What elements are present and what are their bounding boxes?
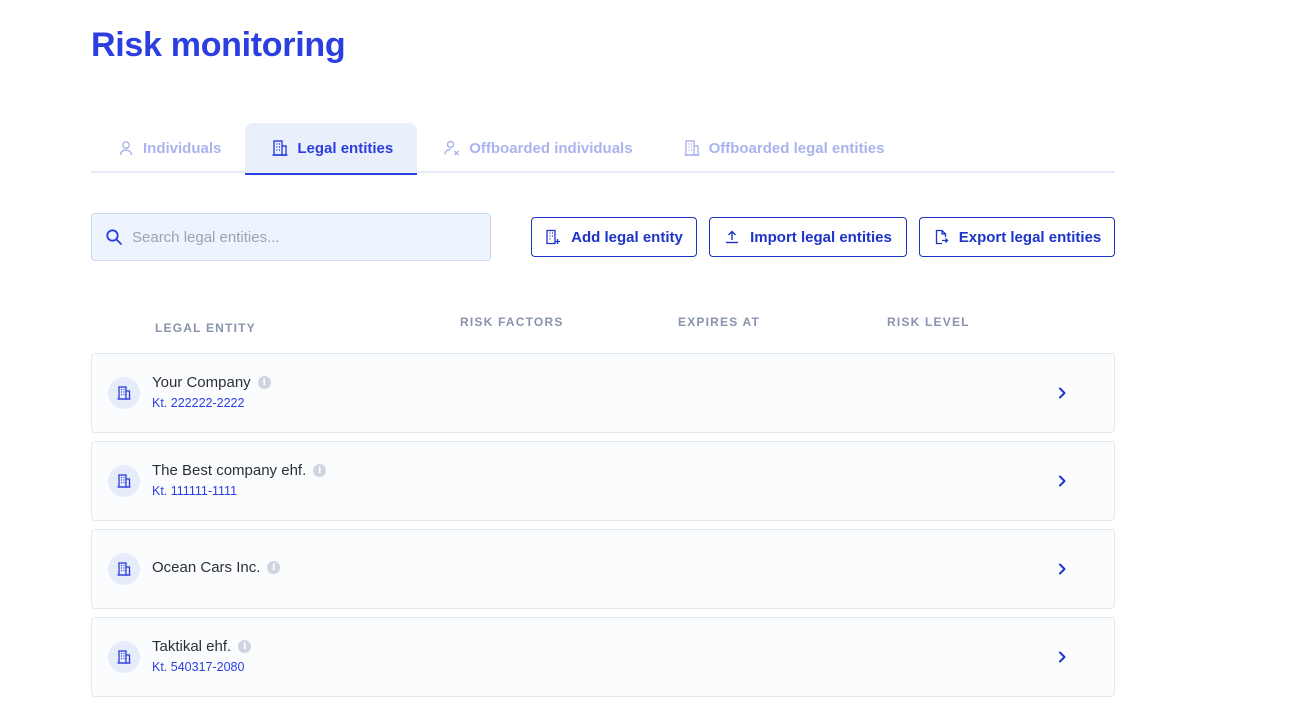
chevron-right-icon[interactable] (1055, 562, 1069, 576)
chevron-right-icon[interactable] (1055, 474, 1069, 488)
building-icon (117, 386, 131, 400)
tab-label: Offboarded legal entities (708, 139, 885, 157)
import-legal-entities-button[interactable]: Import legal entities (709, 217, 907, 257)
column-header-risk-level: RISK LEVEL (887, 315, 970, 329)
user-icon (119, 141, 133, 156)
info-icon[interactable]: i (257, 376, 271, 389)
avatar (108, 553, 140, 585)
tab-label: Individuals (143, 139, 222, 157)
tab-individuals[interactable]: Individuals (91, 123, 245, 173)
info-icon[interactable]: i (238, 640, 252, 653)
avatar (108, 377, 140, 409)
avatar (108, 465, 140, 497)
entity-name: Your Company (152, 374, 251, 391)
tab-label: Legal entities (297, 139, 394, 157)
search-icon (106, 229, 122, 245)
column-header-expires-at: EXPIRES AT (678, 315, 761, 329)
entity-name: Ocean Cars Inc. (152, 559, 261, 576)
entity-name: The Best company ehf. (152, 462, 307, 479)
export-legal-entities-button[interactable]: Export legal entities (919, 217, 1115, 257)
column-header-risk-factors: RISK FACTORS (460, 315, 564, 329)
tab-offboarded-individuals[interactable]: Offboarded individuals (417, 123, 656, 173)
tab-offboarded-legal-entities[interactable]: Offboarded legal entities (657, 123, 909, 173)
info-icon[interactable]: i (313, 464, 327, 477)
add-legal-entity-label: Add legal entity (571, 228, 683, 246)
search-input[interactable] (132, 228, 472, 246)
building-icon (117, 562, 131, 576)
chevron-right-icon[interactable] (1055, 386, 1069, 400)
export-file-icon (935, 229, 949, 245)
entity-id: Kt. 111111-1111 (152, 484, 238, 498)
tab-label: Offboarded individuals (469, 139, 633, 157)
user-x-icon (444, 140, 460, 156)
column-header-legal-entity: LEGAL ENTITY (155, 321, 256, 335)
building-icon (684, 140, 700, 156)
building-icon (117, 650, 131, 664)
add-building-icon (546, 229, 561, 245)
add-legal-entity-button[interactable]: Add legal entity (531, 217, 697, 257)
import-legal-entities-label: Import legal entities (750, 228, 892, 246)
chevron-right-icon[interactable] (1055, 650, 1069, 664)
export-legal-entities-label: Export legal entities (958, 228, 1102, 246)
entity-id: Kt. 222222-2222 (152, 396, 245, 410)
table-row[interactable]: Your Company i Kt. 222222-2222 (91, 353, 1115, 433)
table-row[interactable]: Ocean Cars Inc. i (91, 529, 1115, 609)
building-icon (117, 474, 131, 488)
table-row[interactable]: The Best company ehf. i Kt. 111111-1111 (91, 441, 1115, 521)
tab-bar: Individuals Legal entities Offboarded in… (91, 123, 1115, 175)
search-box (91, 213, 491, 261)
entity-id: Kt. 540317-2080 (152, 660, 245, 674)
avatar (108, 641, 140, 673)
info-icon[interactable]: i (267, 561, 281, 574)
page-title: Risk monitoring (91, 26, 346, 64)
tab-legal-entities[interactable]: Legal entities (245, 123, 418, 175)
building-icon (272, 140, 288, 156)
table-row[interactable]: Taktikal ehf. i Kt. 540317-2080 (91, 617, 1115, 697)
upload-icon (726, 230, 739, 244)
entity-name: Taktikal ehf. (152, 638, 232, 655)
